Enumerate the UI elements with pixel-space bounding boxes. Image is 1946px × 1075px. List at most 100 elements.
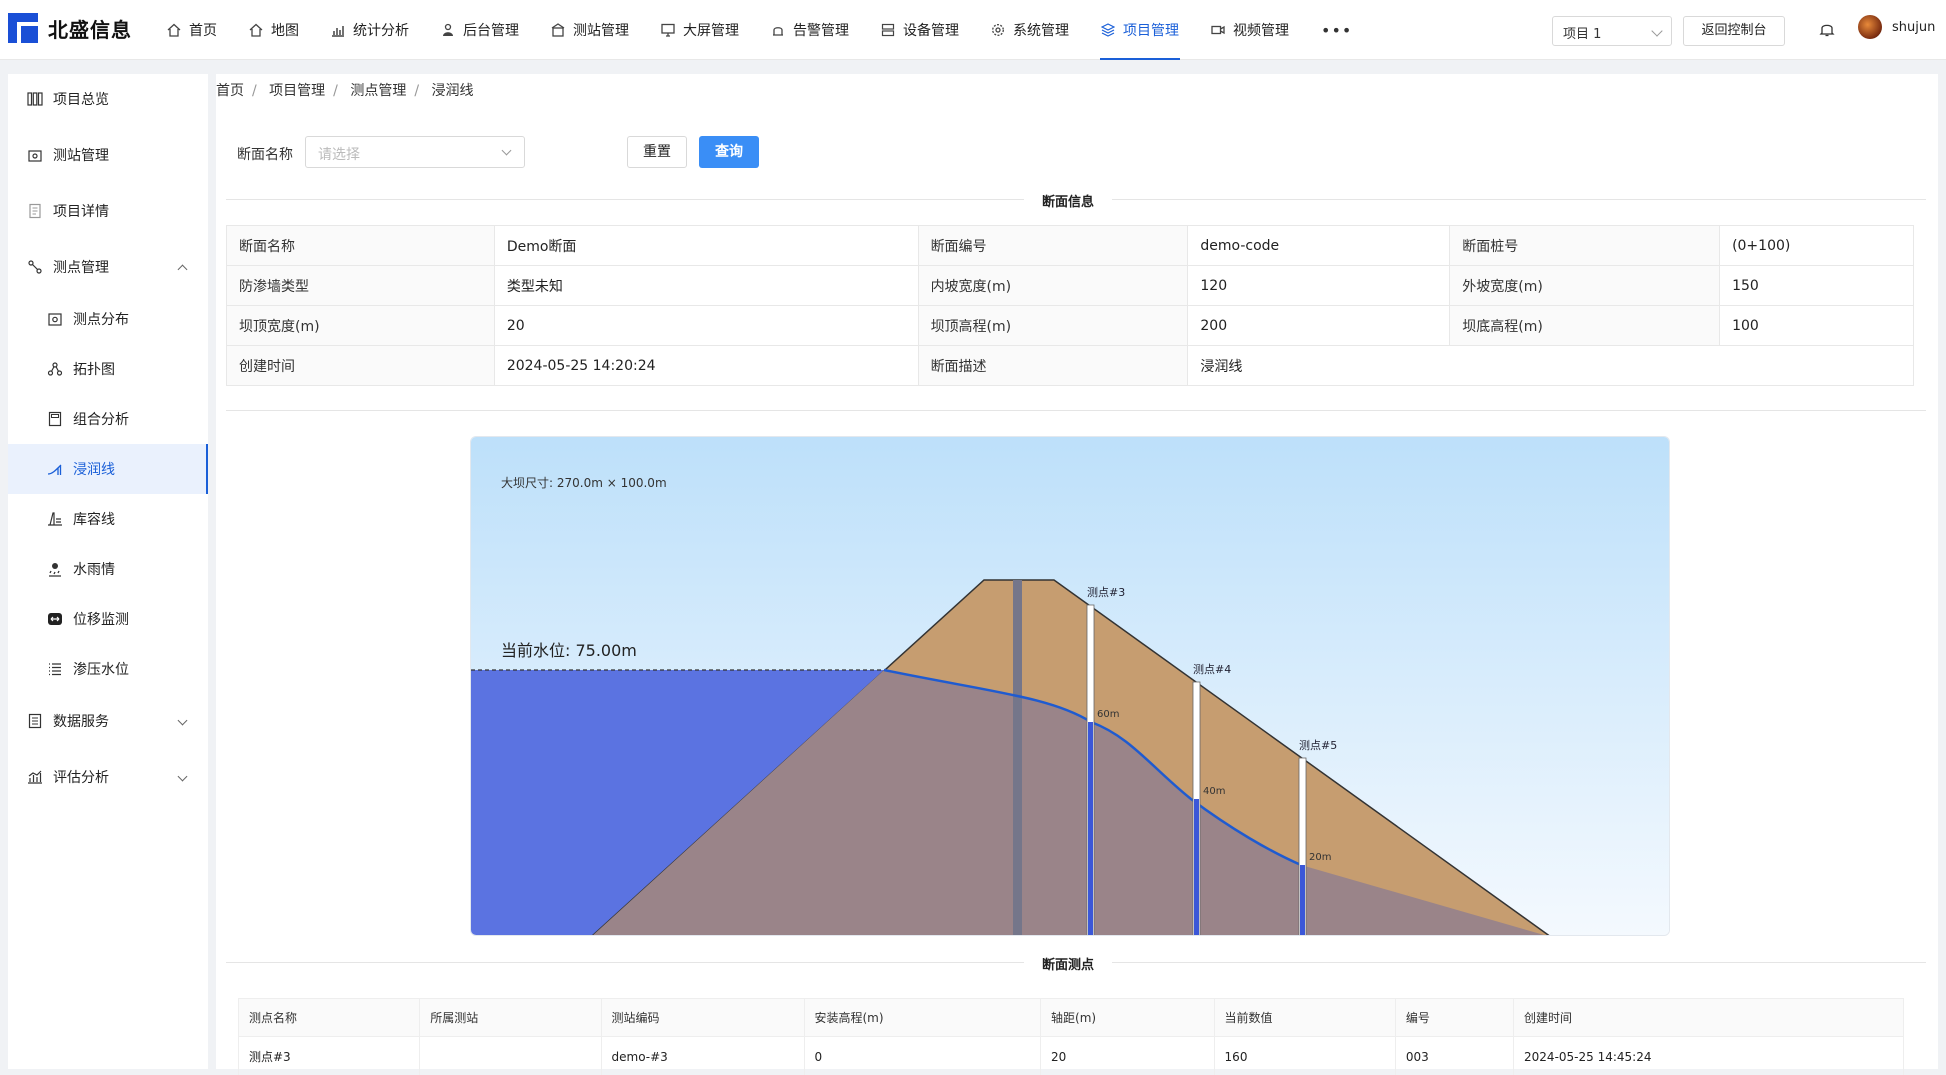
sidebar-item-detail[interactable]: 项目详情 <box>8 186 208 236</box>
info-label: 断面描述 <box>917 345 1189 386</box>
nav-bigscreen[interactable]: 大屏管理 <box>652 0 748 60</box>
alarm-icon <box>773 27 783 36</box>
info-label: 断面名称 <box>226 225 495 266</box>
nav-home[interactable]: 首页 <box>158 0 226 60</box>
sidebar-item-seepage-pressure[interactable]: 渗压水位 <box>8 644 208 694</box>
nav-system[interactable]: 系统管理 <box>982 0 1078 60</box>
table-row[interactable]: 测点#3 demo-#3 0 20 160 003 2024-05-25 14:… <box>237 1036 1904 1075</box>
chevron-down-icon <box>501 145 512 156</box>
topology-icon <box>47 362 63 376</box>
sidebar-item-point-dist[interactable]: 测点分布 <box>8 294 208 344</box>
nodes-icon <box>28 260 42 274</box>
sidebar-item-capacity[interactable]: 库容线 <box>8 494 208 544</box>
avatar[interactable] <box>1858 15 1882 39</box>
nav-label: 后台管理 <box>463 23 519 39</box>
bell-icon[interactable] <box>1818 20 1836 38</box>
points-table: 测点名称 所属测站 测站编码 安装高程(m) 轴距(m) 当前数值 编号 创建时… <box>237 998 1904 1075</box>
sidebar-item-label: 位移监测 <box>73 612 129 628</box>
device-icon <box>881 23 895 37</box>
section-name-label: 断面名称 <box>237 147 293 163</box>
nav-admin[interactable]: 后台管理 <box>432 0 528 60</box>
info-label: 坝顶宽度(m) <box>226 305 495 346</box>
breadcrumb-item[interactable]: 测点管理 <box>350 83 406 99</box>
sidebar-item-label: 测点管理 <box>53 260 109 276</box>
breadcrumb-item-current: 浸润线 <box>431 83 474 99</box>
point-name-label: 测点#3 <box>1087 586 1126 599</box>
dam-size-label: 大坝尺寸: 270.0m × 100.0m <box>501 476 667 490</box>
sidebar-item-topology[interactable]: 拓扑图 <box>8 344 208 394</box>
table-row: 断面名称 Demo断面 断面编号 demo-code 断面桩号 (0+100) <box>226 225 1914 266</box>
sidebar-item-data-service[interactable]: 数据服务 <box>8 696 208 746</box>
info-value: 20 <box>493 305 919 346</box>
dam-diagram <box>471 437 1669 935</box>
nav-label: 地图 <box>271 23 299 39</box>
info-value: Demo断面 <box>493 225 919 266</box>
main-content: 首页 / 项目管理 / 测点管理 / 浸润线 断面名称 请选择 重置 查询 断面信息 … <box>216 74 1938 1075</box>
nav-alarm[interactable]: 告警管理 <box>762 0 858 60</box>
point-value-label: 40m <box>1203 786 1226 797</box>
project-select[interactable]: 项目 1 <box>1552 16 1672 46</box>
query-button[interactable]: 查询 <box>699 136 759 168</box>
chevron-down-icon <box>177 771 188 782</box>
brand-name: 北盛信息 <box>48 17 132 42</box>
chevron-up-icon <box>177 264 188 275</box>
brand-logo[interactable]: 北盛信息 <box>8 13 132 43</box>
column-header: 当前数值 <box>1213 998 1396 1037</box>
piezometer-water <box>1300 865 1305 935</box>
table-cell: 003 <box>1394 1036 1515 1075</box>
more-menu-button[interactable]: ••• <box>1312 0 1361 60</box>
info-value: 120 <box>1187 265 1451 306</box>
nav-map[interactable]: 地图 <box>240 0 308 60</box>
nav-statistics[interactable]: 统计分析 <box>322 0 418 60</box>
sidebar-item-label: 项目详情 <box>53 204 109 220</box>
table-cell: 20 <box>1040 1036 1215 1075</box>
dam-cross-section: 大坝尺寸: 270.0m × 100.0m 当前水位: 75.00m 测点#3 … <box>470 436 1670 936</box>
info-value: 浸润线 <box>1187 345 1914 386</box>
nav-label: 首页 <box>189 23 217 39</box>
nav-device[interactable]: 设备管理 <box>872 0 968 60</box>
sidebar-item-label: 组合分析 <box>73 412 129 428</box>
document-icon <box>29 203 41 219</box>
displacement-icon <box>48 613 62 625</box>
table-cell: 160 <box>1213 1036 1396 1075</box>
seepage-icon <box>47 464 62 475</box>
info-label: 创建时间 <box>226 345 495 386</box>
nav-station[interactable]: 测站管理 <box>542 0 638 60</box>
sidebar-item-displacement[interactable]: 位移监测 <box>8 594 208 644</box>
station-icon <box>551 23 565 37</box>
sidebar-item-seepage-line[interactable]: 浸润线 <box>8 444 208 494</box>
columns-icon <box>27 92 43 106</box>
nav-project[interactable]: 项目管理 <box>1092 0 1188 60</box>
piezometer-water <box>1088 722 1093 935</box>
reset-button[interactable]: 重置 <box>627 136 687 168</box>
location-icon <box>48 313 62 326</box>
sidebar-item-evaluation[interactable]: 评估分析 <box>8 752 208 802</box>
select-placeholder: 请选择 <box>318 147 360 163</box>
back-to-console-button[interactable]: 返回控制台 <box>1683 16 1785 46</box>
table-cell: 测点#3 <box>237 1036 421 1075</box>
sidebar-item-label: 水雨情 <box>73 562 115 578</box>
nav-label: 大屏管理 <box>683 23 739 39</box>
nav-label: 视频管理 <box>1233 23 1289 39</box>
database-icon <box>28 713 42 729</box>
gear-icon <box>992 24 1004 36</box>
analytics-icon <box>28 770 42 784</box>
point-value-label: 60m <box>1097 709 1120 720</box>
sidebar-item-combined[interactable]: 组合分析 <box>8 394 208 444</box>
info-value: 200 <box>1187 305 1451 346</box>
section-name-select[interactable]: 请选择 <box>305 136 525 168</box>
sidebar: 项目总览 测站管理 项目详情 测点管理 测点分布 拓扑图 组合分析 浸润线 库容… <box>8 74 208 1069</box>
breadcrumb-item[interactable]: 首页 <box>216 83 244 99</box>
chart-icon <box>332 26 344 37</box>
table-cell: 0 <box>803 1036 1042 1075</box>
column-header: 创建时间 <box>1513 998 1904 1037</box>
sidebar-item-rain[interactable]: 水雨情 <box>8 544 208 594</box>
sidebar-item-point-manage[interactable]: 测点管理 <box>8 242 208 292</box>
sidebar-item-label: 渗压水位 <box>73 662 129 678</box>
nav-video[interactable]: 视频管理 <box>1202 0 1298 60</box>
sidebar-item-overview[interactable]: 项目总览 <box>8 74 208 124</box>
info-label: 内坡宽度(m) <box>917 265 1189 306</box>
breadcrumb-item[interactable]: 项目管理 <box>269 83 325 99</box>
sidebar-item-station[interactable]: 测站管理 <box>8 130 208 180</box>
username[interactable]: shujun <box>1892 20 1935 35</box>
